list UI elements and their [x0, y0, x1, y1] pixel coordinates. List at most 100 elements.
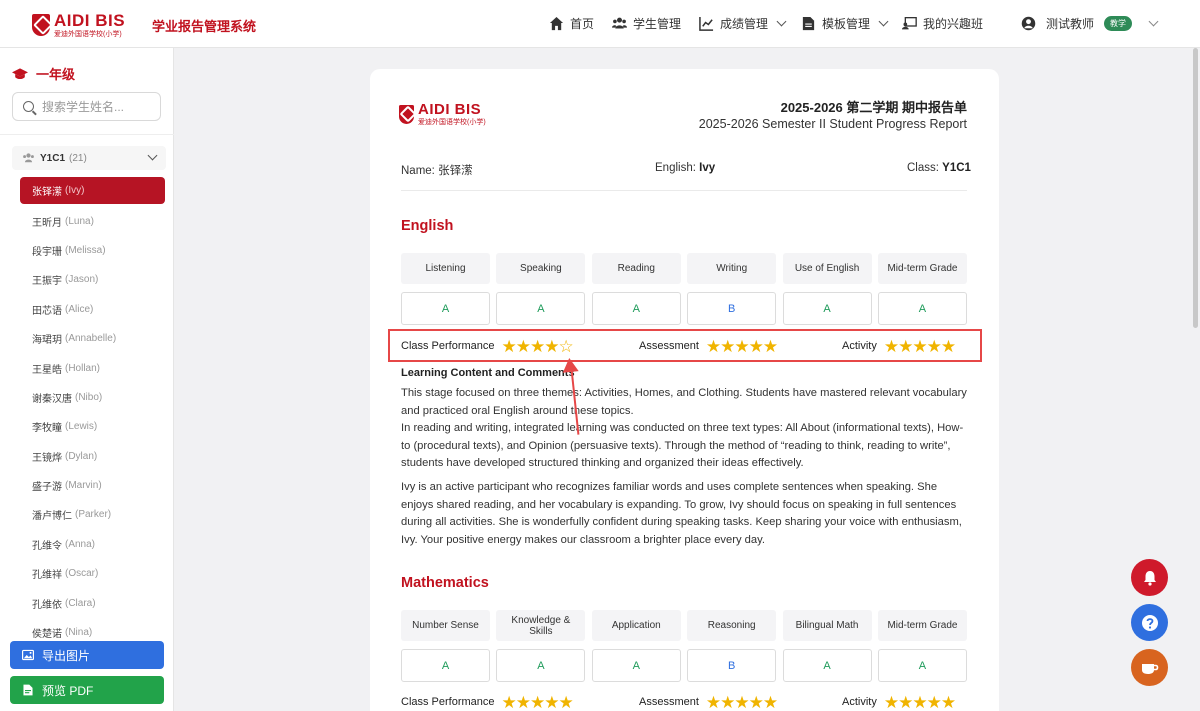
divider — [401, 190, 967, 191]
student-list-item[interactable]: 段宇珊 (Melissa) — [20, 236, 165, 265]
system-title: 学业报告管理系统 — [152, 19, 257, 34]
student-cn-name: 孔维令 — [32, 540, 62, 552]
star-filled-icon[interactable]: ★ — [544, 693, 559, 711]
student-list-item[interactable]: 张铎潆 (Ivy) — [20, 177, 165, 204]
export-image-button[interactable]: 导出图片 — [10, 641, 164, 669]
student-en-name: (Jason) — [65, 274, 99, 286]
student-list-item[interactable]: 海珺玥 (Annabelle) — [20, 324, 165, 353]
subject-header-cell: Use of English — [782, 253, 872, 284]
student-cn-name: 侯楚诺 — [32, 629, 62, 641]
math-subject-headers: Number Sense Knowledge & Skills Applicatio… — [401, 610, 967, 641]
star-filled-icon[interactable]: ★ — [927, 693, 942, 711]
subject-header-cell: Listening — [401, 253, 490, 284]
star-filled-icon[interactable]: ★ — [912, 693, 927, 711]
student-cn-name: 张铎潆 — [32, 187, 62, 198]
student-list: 张铎潆 (Ivy) 王昕月 (Luna) 段宇珊 (Melissa) 王振宇 (Jason) 田… — [20, 177, 165, 647]
page-scrollbar[interactable] — [1193, 48, 1198, 328]
comment-paragraph-2: Ivy is an active participant who recogni… — [401, 481, 962, 546]
nav-grades-label: 成绩管理 — [720, 17, 769, 31]
class-value: Y1C1 — [942, 162, 971, 174]
grade-cell[interactable]: A — [496, 649, 586, 682]
report-title-cn: 2025-2026 第二学期 期中报告单 — [780, 100, 967, 115]
student-list-item[interactable]: 王昕月 (Luna) — [20, 206, 165, 235]
student-list-item[interactable]: 潘卢博仁 (Parker) — [20, 500, 165, 529]
student-en-name: (Lewis) — [65, 421, 98, 433]
star-filled-icon[interactable]: ★ — [706, 693, 721, 711]
assessment-stars[interactable]: ★★★★★ — [706, 693, 778, 711]
star-filled-icon[interactable]: ★ — [763, 693, 778, 711]
student-list-item[interactable]: 王镜烨 (Dylan) — [20, 442, 165, 471]
star-filled-icon[interactable]: ★ — [734, 693, 749, 711]
star-filled-icon[interactable]: ★ — [898, 693, 913, 711]
student-en-name: (Annabelle) — [65, 333, 117, 345]
nav-interests[interactable]: 我的兴趣班 — [902, 15, 983, 32]
student-cn-name: 孔维依 — [32, 599, 62, 611]
student-list-item[interactable]: 田芯语 (Alice) — [20, 295, 165, 324]
subject-header-cell: Knowledge & Skills — [496, 610, 586, 641]
star-filled-icon[interactable]: ★ — [941, 693, 956, 711]
school-logo[interactable]: AIDI BIS 爱迪外国语学校(小学) — [32, 12, 125, 38]
star-filled-icon[interactable]: ★ — [720, 693, 735, 711]
student-cn-name: 海珺玥 — [32, 335, 62, 347]
role-badge: 教学 — [1104, 16, 1133, 31]
student-list-item[interactable]: 王振宇 (Jason) — [20, 265, 165, 294]
grade-cell[interactable]: A — [782, 292, 872, 325]
question-circle-icon — [1141, 614, 1158, 631]
chevron-down-icon — [147, 150, 158, 161]
grade-cell[interactable]: A — [591, 292, 681, 325]
activity: Activity ★★★★★ — [842, 692, 956, 711]
nav-grades[interactable]: 成绩管理 — [699, 15, 787, 32]
student-list-item[interactable]: 孔维令 (Anna) — [20, 530, 165, 559]
comment-text-1: This stage focused on three themes: Acti… — [401, 387, 967, 417]
nav-students[interactable]: 学生管理 — [612, 15, 681, 32]
grade-cell[interactable]: A — [877, 649, 967, 682]
star-filled-icon[interactable]: ★ — [559, 693, 574, 711]
class-group-header[interactable]: Y1C1 (21) — [12, 146, 166, 170]
grade-cell[interactable]: B — [687, 292, 777, 325]
nav-home[interactable]: 首页 — [549, 15, 594, 32]
notification-button[interactable] — [1131, 559, 1168, 596]
student-search-input[interactable]: 搜索学生姓名... — [12, 92, 161, 121]
assessment-label: Assessment — [639, 696, 699, 708]
student-name-info: Name: 张铎潆 — [401, 162, 473, 178]
student-list-item[interactable]: 王星皓 (Hollan) — [20, 353, 165, 382]
users-icon — [23, 153, 34, 163]
student-cn-name: 王镜烨 — [32, 452, 62, 464]
star-filled-icon[interactable]: ★ — [516, 693, 531, 711]
report-logo-sub: 爱迪外国语学校(小学) — [418, 119, 486, 126]
star-filled-icon[interactable]: ★ — [749, 693, 764, 711]
star-filled-icon[interactable]: ★ — [884, 693, 899, 711]
star-filled-icon[interactable]: ★ — [502, 693, 517, 711]
top-nav: AIDI BIS 爱迪外国语学校(小学) 学业报告管理系统 首页 学生管理 成绩… — [0, 0, 1200, 48]
class-performance-stars[interactable]: ★★★★★ — [502, 693, 574, 711]
grade-cell[interactable]: A — [401, 292, 490, 325]
preview-pdf-button[interactable]: 预览 PDF — [10, 676, 164, 704]
help-button[interactable] — [1131, 604, 1168, 641]
search-icon — [23, 101, 34, 112]
user-menu[interactable]: 测试教师 教学 — [1021, 15, 1159, 32]
grade-cell[interactable]: A — [877, 292, 967, 325]
grade-cell[interactable]: A — [496, 292, 586, 325]
student-list-item[interactable]: 孔维依 (Clara) — [20, 588, 165, 617]
grade-cell[interactable]: A — [591, 649, 681, 682]
class-name: Y1C1 — [40, 152, 66, 164]
student-list-item[interactable]: 盛子游 (Marvin) — [20, 471, 165, 500]
grade-cell[interactable]: A — [401, 649, 490, 682]
nav-templates[interactable]: 模板管理 — [801, 15, 889, 32]
star-filled-icon[interactable]: ★ — [530, 693, 545, 711]
english-subject-headers: Listening Speaking Reading Writing Use of En… — [401, 253, 967, 284]
student-cn-name: 段宇珊 — [32, 246, 62, 258]
grade-cell[interactable]: B — [687, 649, 777, 682]
student-cn-name: 谢秦汉唐 — [32, 393, 72, 405]
student-en-name: (Ivy) — [65, 185, 85, 196]
grade-cell[interactable]: A — [782, 649, 872, 682]
student-list-item[interactable]: 谢秦汉唐 (Nibo) — [20, 383, 165, 412]
coffee-button[interactable] — [1131, 649, 1168, 686]
chevron-down-icon — [776, 16, 787, 27]
activity-stars[interactable]: ★★★★★ — [884, 693, 956, 711]
student-en-name: (Nina) — [65, 627, 93, 639]
student-list-item[interactable]: 李牧瞳 (Lewis) — [20, 412, 165, 441]
class-performance: Class Performance ★★★★★ — [401, 692, 574, 711]
student-list-item[interactable]: 孔维祥 (Oscar) — [20, 559, 165, 588]
chalkboard-teacher-icon — [902, 17, 917, 30]
